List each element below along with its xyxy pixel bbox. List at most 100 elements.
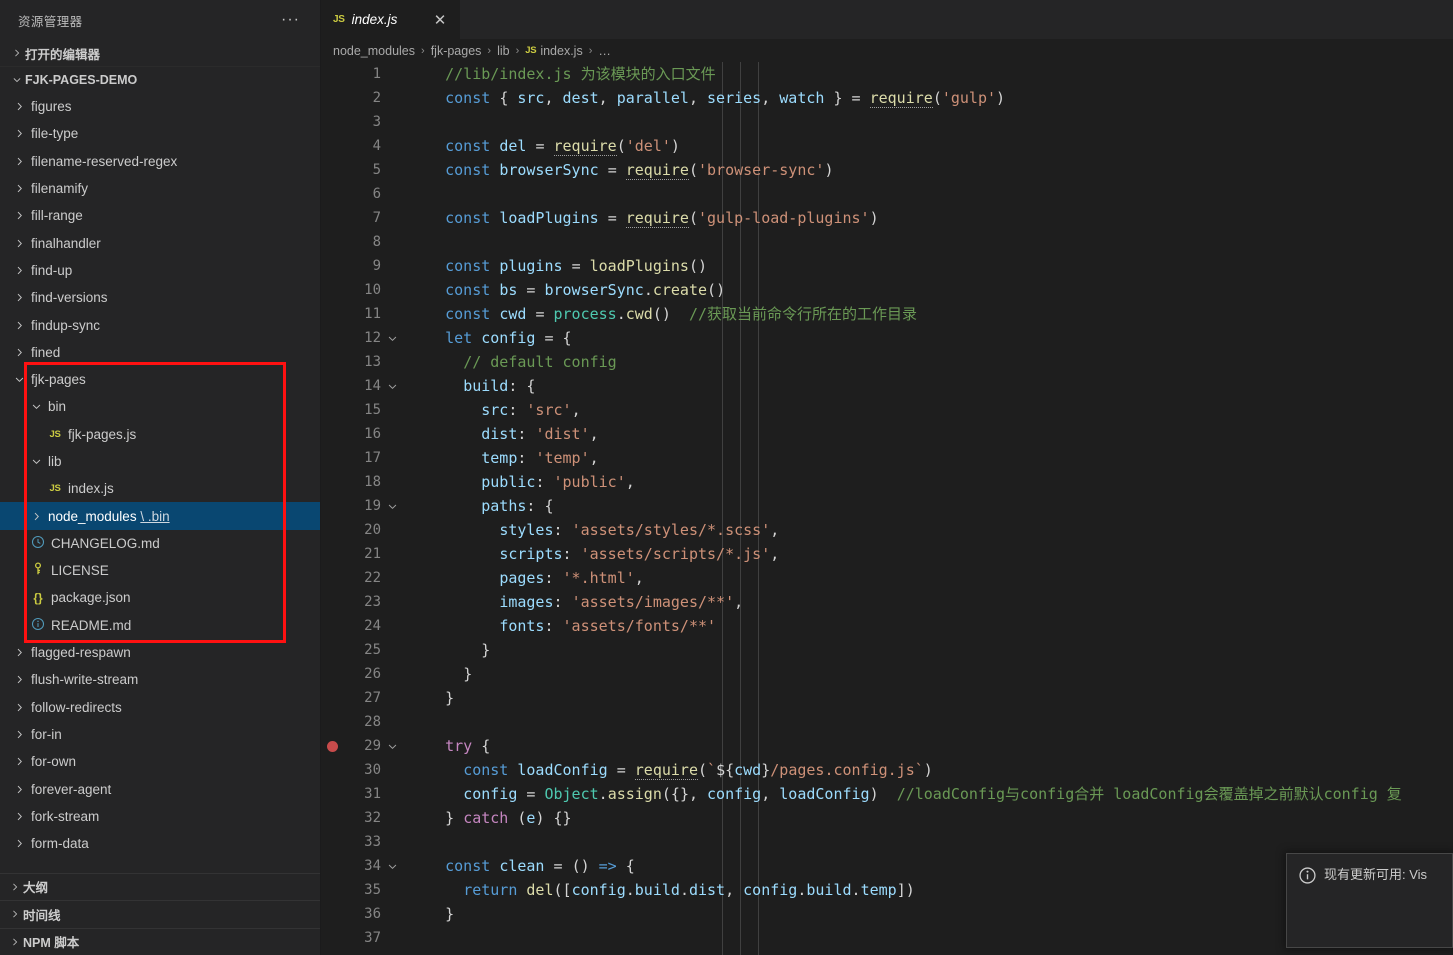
code-line[interactable]: 11 const cwd = process.cwd() //获取当前命令行所在… [321,302,1453,326]
chevron-right-icon[interactable] [11,238,28,249]
breakpoint-dot[interactable] [326,740,338,752]
tree-item[interactable]: form-data [0,830,320,857]
breadcrumb-item[interactable]: node_modules [333,44,415,58]
code-line[interactable]: 1 //lib/index.js 为该模块的入口文件 [321,62,1453,86]
code-line[interactable]: 31 config = Object.assign({}, config, lo… [321,782,1453,806]
code-line[interactable]: 21 scripts: 'assets/scripts/*.js', [321,542,1453,566]
code-line[interactable]: 28 [321,710,1453,734]
tree-item[interactable]: filenamify [0,175,320,202]
code-line[interactable]: 29 try { [321,734,1453,758]
chevron-right-icon[interactable] [11,156,28,167]
tree-item[interactable]: find-up [0,257,320,284]
chevron-down-icon[interactable] [11,374,28,385]
chevron-right-icon[interactable] [11,729,28,740]
sidebar-section-npm-scripts[interactable]: NPM 脚本 [0,927,320,955]
tree-item[interactable]: fjk-pages [0,366,320,393]
breadcrumb-item[interactable]: … [598,44,611,58]
code-line[interactable]: 30 const loadConfig = require(`${cwd}/pa… [321,758,1453,782]
tree-item[interactable]: follow-redirects [0,694,320,721]
tree-item[interactable]: lib [0,448,320,475]
tree-item[interactable]: filename-reserved-regex [0,148,320,175]
chevron-right-icon[interactable] [11,838,28,849]
fold-chevron-icon[interactable] [381,381,403,392]
breadcrumb-item[interactable]: lib [497,44,510,58]
sidebar-section-timeline[interactable]: 时间线 [0,900,320,928]
code-line[interactable]: 36 } [321,902,1453,926]
tree-item[interactable]: LICENSE [0,557,320,584]
chevron-right-icon[interactable] [11,674,28,685]
more-actions-icon[interactable]: ··· [275,12,306,28]
tree-item[interactable]: JS index.js [0,475,320,502]
code-line[interactable]: 7 const loadPlugins = require('gulp-load… [321,206,1453,230]
code-line[interactable]: 5 const browserSync = require('browser-s… [321,158,1453,182]
tree-item-selected[interactable]: node_modules \ .bin [0,502,320,530]
tree-item[interactable]: fill-range [0,202,320,229]
tree-item[interactable]: flagged-respawn [0,639,320,666]
tree-item[interactable]: bin [0,393,320,420]
chevron-down-icon[interactable] [28,456,45,467]
tree-item[interactable]: {} package.json [0,584,320,611]
code-line[interactable]: 18 public: 'public', [321,470,1453,494]
tree-item[interactable]: CHANGELOG.md [0,530,320,557]
tree-item[interactable]: figures [0,93,320,120]
breakpoint-gutter[interactable] [321,740,343,752]
code-line[interactable]: 4 const del = require('del') [321,134,1453,158]
code-line[interactable]: 32 } catch (e) {} [321,806,1453,830]
code-line[interactable]: 2 const { src, dest, parallel, series, w… [321,86,1453,110]
chevron-right-icon[interactable] [11,320,28,331]
tree-item[interactable]: findup-sync [0,311,320,338]
breadcrumb-item[interactable]: index.js [540,44,582,58]
code-line[interactable]: 14 build: { [321,374,1453,398]
chevron-right-icon[interactable] [11,811,28,822]
chevron-right-icon[interactable] [11,128,28,139]
chevron-right-icon[interactable] [28,511,45,522]
tree-item[interactable]: for-own [0,748,320,775]
code-line[interactable]: 27 } [321,686,1453,710]
code-line[interactable]: 24 fonts: 'assets/fonts/**' [321,614,1453,638]
chevron-right-icon[interactable] [11,292,28,303]
chevron-right-icon[interactable] [11,702,28,713]
code-line[interactable]: 20 styles: 'assets/styles/*.scss', [321,518,1453,542]
fold-chevron-icon[interactable] [381,861,403,872]
tab-index-js[interactable]: JS index.js ✕ [321,0,461,39]
code-line[interactable]: 16 dist: 'dist', [321,422,1453,446]
code-line[interactable]: 19 paths: { [321,494,1453,518]
breadcrumb-item[interactable]: fjk-pages [431,44,482,58]
code-line[interactable]: 15 src: 'src', [321,398,1453,422]
code-line[interactable]: 25 } [321,638,1453,662]
chevron-right-icon[interactable] [11,347,28,358]
tree-item[interactable]: flush-write-stream [0,666,320,693]
notification-toast[interactable]: 现有更新可用: Vis [1286,853,1453,948]
tree-item[interactable]: JS fjk-pages.js [0,421,320,448]
code-line[interactable]: 26 } [321,662,1453,686]
fold-chevron-icon[interactable] [381,741,403,752]
code-line[interactable]: 9 const plugins = loadPlugins() [321,254,1453,278]
tree-item[interactable]: README.md [0,612,320,639]
tree-item[interactable]: fined [0,339,320,366]
fold-chevron-icon[interactable] [381,501,403,512]
code-line[interactable]: 13 // default config [321,350,1453,374]
code-line[interactable]: 23 images: 'assets/images/**', [321,590,1453,614]
tree-item[interactable]: find-versions [0,284,320,311]
chevron-right-icon[interactable] [11,210,28,221]
sidebar-section-open-editors[interactable]: 打开的编辑器 [0,40,320,66]
code-line[interactable]: 33 [321,830,1453,854]
tree-item[interactable]: for-in [0,721,320,748]
code-line[interactable]: 12 let config = { [321,326,1453,350]
code-line[interactable]: 35 return del([config.build.dist, config… [321,878,1453,902]
chevron-right-icon[interactable] [11,647,28,658]
code-line[interactable]: 34 const clean = () => { [321,854,1453,878]
chevron-right-icon[interactable] [11,183,28,194]
code-editor[interactable]: 1 //lib/index.js 为该模块的入口文件 2 const { src,… [321,62,1453,955]
code-line[interactable]: 8 [321,230,1453,254]
tree-item[interactable]: finalhandler [0,229,320,256]
code-line[interactable]: 17 temp: 'temp', [321,446,1453,470]
code-line[interactable]: 10 const bs = browserSync.create() [321,278,1453,302]
chevron-right-icon[interactable] [11,756,28,767]
chevron-right-icon[interactable] [11,101,28,112]
code-line[interactable]: 37 [321,926,1453,950]
fold-chevron-icon[interactable] [381,333,403,344]
sidebar-section-outline[interactable]: 大纲 [0,872,320,900]
tree-item[interactable]: forever-agent [0,775,320,802]
sidebar-section-workspace[interactable]: FJK-PAGES-DEMO [0,66,320,92]
